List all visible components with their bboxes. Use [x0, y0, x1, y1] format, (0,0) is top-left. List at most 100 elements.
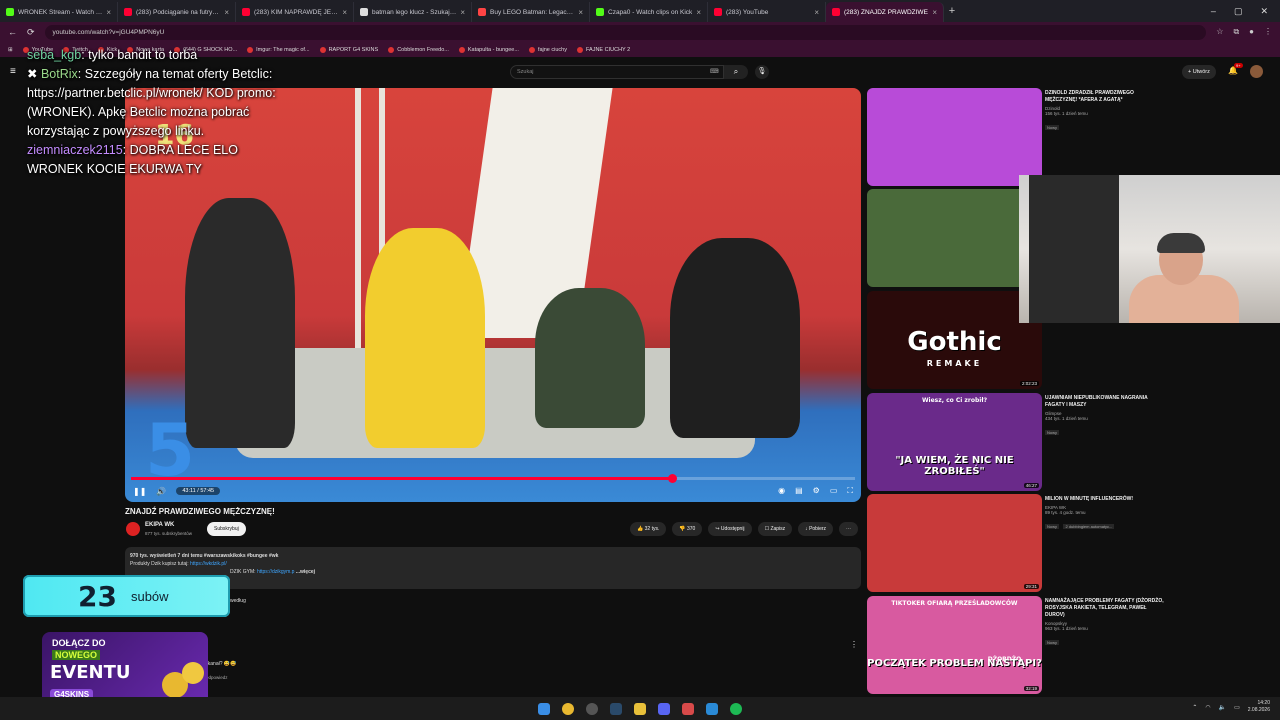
video-thumbnail[interactable]: Gothic REMAKE 2:02:23 [867, 291, 1042, 389]
reload-icon[interactable]: ⟳ [27, 27, 35, 38]
hamburger-menu-icon[interactable]: ≡ [10, 66, 16, 77]
video-thumbnail[interactable]: TIKTOKER OFIARĄ PRZEŚLADOWCÓW DŻORDŻO POCZ… [867, 596, 1042, 694]
chat-message: ✖ BotRix: Szczegóły na temat oferty Betc… [27, 65, 297, 141]
browser-icon[interactable] [706, 702, 718, 715]
tab-close-icon[interactable]: × [932, 8, 937, 17]
dislike-button[interactable]: 👎 370 [672, 522, 703, 536]
browser-tab[interactable]: (283) ZNAJDŹ PRAWDZIWE × [826, 2, 944, 22]
video-thumbnail[interactable] [867, 189, 1042, 287]
back-icon[interactable]: ← [8, 27, 17, 37]
video-thumbnail[interactable]: 29:31 [867, 494, 1042, 592]
tab-close-icon[interactable]: × [696, 8, 701, 17]
subtitles-icon[interactable]: ▤ [795, 486, 803, 496]
tray-chevron-icon[interactable]: ⌃ [1192, 704, 1197, 711]
start-icon[interactable] [538, 702, 550, 715]
channel-avatar[interactable] [126, 522, 140, 536]
more-actions-button[interactable]: ⋯ [839, 522, 859, 536]
description-more[interactable]: ...więcej [296, 569, 315, 575]
recommended-video[interactable]: Wiesz, co Ci zrobił? "JA WIEM, ŻE NIC NIE… [867, 393, 1167, 491]
bookmark-item[interactable]: fajne ciuchy [528, 46, 567, 53]
comment-reply-button[interactable]: Odpowiedz [205, 675, 228, 680]
profile-icon[interactable]: ● [1249, 27, 1254, 37]
subscribe-button[interactable]: Subskrybuj [207, 522, 246, 536]
pause-icon[interactable]: ❚❚ [133, 487, 146, 496]
browser-menu-icon[interactable]: ⋮ [1264, 27, 1272, 37]
description-link[interactable]: https://wkdzik.pl/ [190, 561, 227, 567]
apps-grid-icon[interactable]: ⊞ [8, 47, 13, 53]
bookmark-item[interactable]: Katapulta - bungee... [458, 46, 519, 53]
tab-close-icon[interactable]: × [814, 8, 819, 17]
description-line: DZIK GYM: https://dzikgym.p ...więcej [230, 568, 856, 576]
browser-tab[interactable]: WRONEK Stream - Watch Live o × [0, 2, 118, 22]
search-placeholder: Szukaj [517, 69, 534, 75]
account-avatar[interactable] [1250, 65, 1263, 78]
miniplayer-icon[interactable]: ▭ [830, 486, 838, 496]
close-window-icon[interactable]: ✕ [1260, 6, 1268, 17]
keyboard-icon[interactable]: ⌨ [710, 68, 719, 75]
like-button[interactable]: 👍 32 tys. [630, 522, 667, 536]
search-button[interactable]: ⌕ [724, 65, 748, 79]
video-progress-knob[interactable] [668, 474, 678, 483]
thumbnail-tag: Wiesz, co Ci zrobił? [921, 397, 988, 404]
bookmark-item[interactable]: Cobblemon Freedo... [388, 46, 449, 53]
description-link[interactable]: https://dzikgym.p [257, 569, 295, 575]
recommended-video[interactable]: DZINOLD ZDRADZIŁ PRAWDZIWEGO MĘŻCZYZNĘ! … [867, 88, 1167, 186]
video-thumbnail[interactable]: Wiesz, co Ci zrobił? "JA WIEM, ŻE NIC NIE… [867, 393, 1042, 491]
video-title: ZNAJDŹ PRAWDZIWEGO MĘŻCZYZNĘ! [125, 507, 275, 516]
voice-search-button[interactable]: 🎙 [755, 65, 769, 79]
clock[interactable]: 14:20 2.08.2026 [1248, 700, 1270, 714]
recommended-video[interactable]: 29:31 MILION W MINUTĘ INFLUENCERÓW! EKIPA … [867, 494, 1167, 592]
tab-close-icon[interactable]: × [342, 8, 347, 17]
video-title[interactable]: MILION W MINUTĘ INFLUENCERÓW! [1045, 496, 1165, 503]
address-bar[interactable]: youtube.com/watch?v=jGU4PMPN6yU [44, 24, 1207, 40]
recommended-video[interactable]: TIKTOKER OFIARĄ PRZEŚLADOWCÓW DŻORDŻO POCZ… [867, 596, 1167, 694]
tab-close-icon[interactable]: × [578, 8, 583, 17]
chrome-icon[interactable] [562, 702, 574, 715]
settings-gear-icon[interactable]: ⚙ [813, 486, 820, 496]
fullscreen-icon[interactable]: ⛶ [847, 486, 853, 496]
volume-icon[interactable]: 🔊 [156, 487, 166, 496]
browser-tab[interactable]: (283) YouTube × [708, 2, 826, 22]
video-title[interactable]: NAMNAŻAJĄCE PROBLEMY FAGATY (DŻORDŻO, RO… [1045, 598, 1165, 619]
tab-close-icon[interactable]: × [106, 8, 111, 17]
tab-close-icon[interactable]: × [224, 8, 229, 17]
steam-icon[interactable] [610, 702, 622, 715]
download-button[interactable]: ↓ Pobierz [798, 522, 834, 536]
extensions-icon[interactable]: ⧉ [1233, 27, 1239, 37]
video-title[interactable]: UJAWNIAM NIEPUBLIKOWANE NAGRANIA FAGATY … [1045, 395, 1165, 409]
browser-tab[interactable]: Buy LEGO Batman: Legacy of th × [472, 2, 590, 22]
minimize-icon[interactable]: – [1211, 6, 1216, 17]
save-button[interactable]: ☐ Zapisz [757, 522, 793, 536]
comment-more-icon[interactable]: ⋮ [850, 640, 858, 649]
battery-icon[interactable]: ▭ [1234, 704, 1240, 711]
video-thumbnail[interactable] [867, 88, 1042, 186]
bookmark-item[interactable]: RAPORT G4 SKINS [319, 46, 378, 53]
video-description[interactable]: 970 tys. wyświetleń 7 dni temu #warszaws… [125, 547, 861, 589]
maximize-icon[interactable]: ▢ [1234, 6, 1243, 17]
channel-name[interactable]: EKIPA WK [145, 522, 174, 528]
app-icon[interactable] [682, 702, 694, 715]
browser-tab[interactable]: Czapa0 - Watch clips on Kick × [590, 2, 708, 22]
browser-tab[interactable]: (283) Podciąganie na futrynie d × [118, 2, 236, 22]
search-input[interactable]: Szukaj [510, 65, 724, 79]
discord-icon[interactable] [658, 702, 670, 715]
comments-sort[interactable]: według [230, 598, 246, 604]
speaker-icon[interactable]: 🔈 [1219, 704, 1226, 711]
video-title[interactable]: DZINOLD ZDRADZIŁ PRAWDZIWEGO MĘŻCZYZNĘ! … [1045, 90, 1165, 104]
video-progress-bar[interactable] [131, 474, 855, 483]
file-explorer-icon[interactable] [634, 702, 646, 715]
obs-icon[interactable] [586, 702, 598, 715]
video-actions: 👍 32 tys. 👎 370 ↪ Udostępnij ☐ Zapisz ↓ … [630, 522, 859, 536]
create-button[interactable]: + Utwórz [1182, 65, 1216, 79]
wifi-icon[interactable]: ◠ [1205, 704, 1210, 711]
bookmark-item[interactable]: FAJNE CIUCHY 2 [576, 46, 630, 53]
tab-favicon-icon [124, 8, 132, 16]
autoplay-toggle-icon[interactable]: ◉ [778, 486, 785, 496]
browser-tab[interactable]: (283) KIM NAPRAWDĘ JEST ALE× [236, 2, 354, 22]
spotify-icon[interactable] [730, 702, 742, 715]
new-tab-button[interactable]: + [944, 5, 960, 17]
tab-close-icon[interactable]: × [460, 8, 465, 17]
share-button[interactable]: ↪ Udostępnij [708, 522, 752, 536]
bookmark-star-icon[interactable]: ☆ [1216, 27, 1223, 37]
browser-tab[interactable]: batman lego klucz - Szukaj w G × [354, 2, 472, 22]
